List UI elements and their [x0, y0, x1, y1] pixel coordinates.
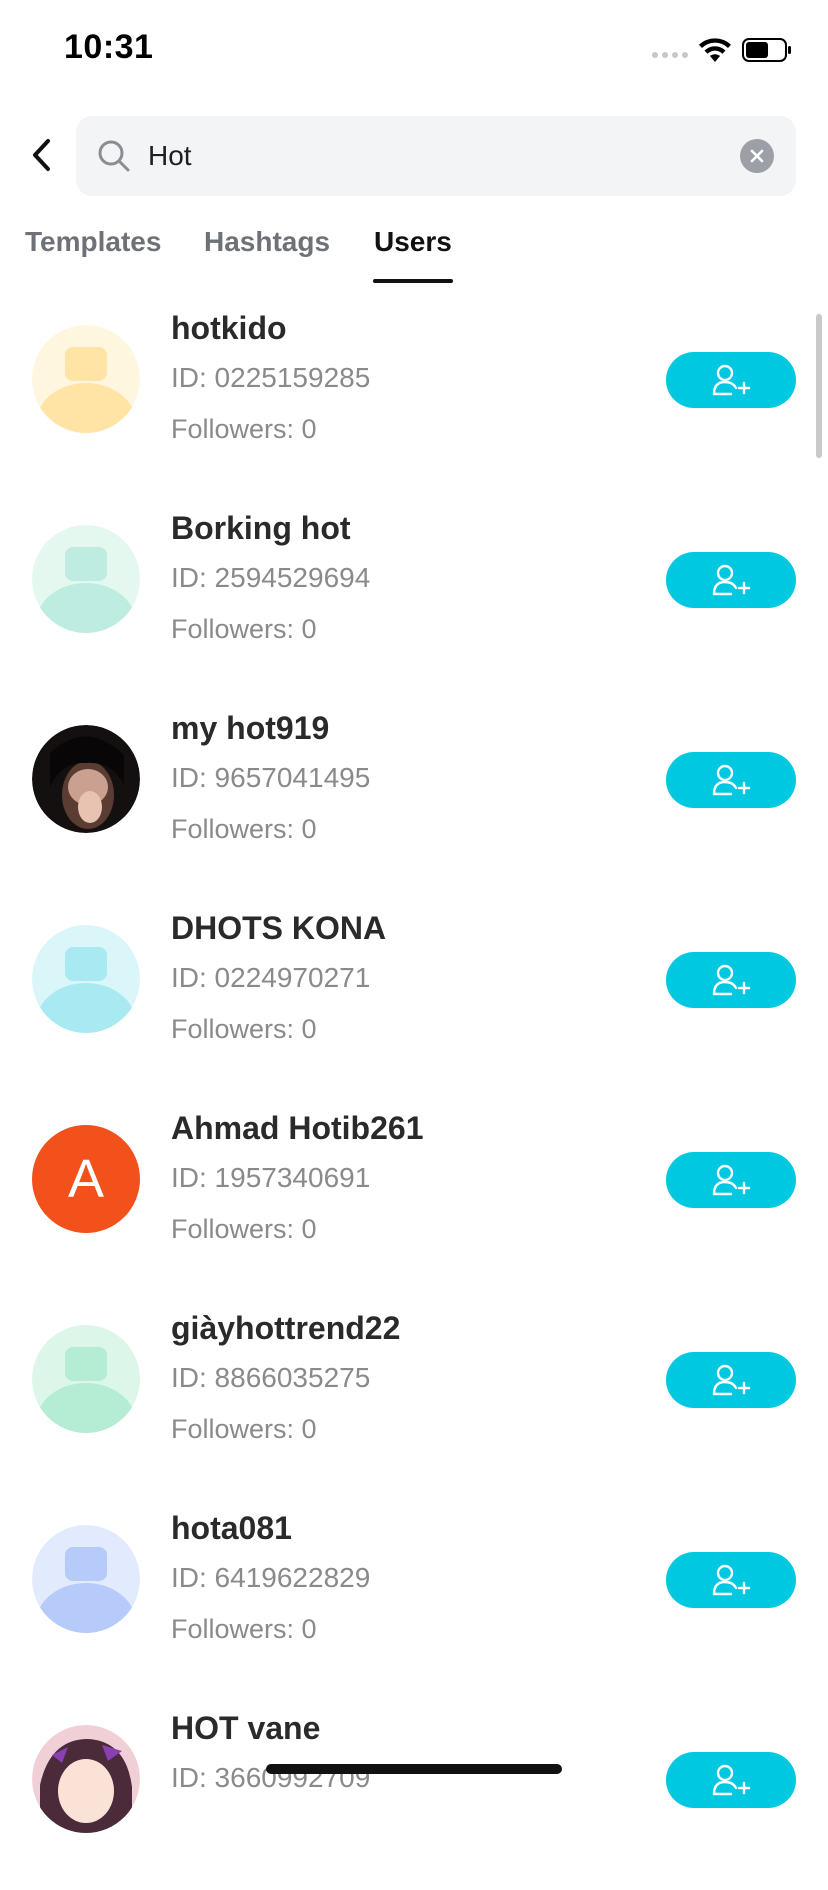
user-followers: Followers: 0 — [171, 614, 317, 644]
user-id: ID: 9657041495 — [171, 762, 371, 793]
add-user-icon — [712, 1764, 751, 1796]
list-item[interactable]: my hot919 ID: 9657041495 Followers: 0 — [0, 690, 828, 890]
user-name: my hot919 — [171, 710, 330, 746]
list-item[interactable]: HOT vane ID: 3660992709 — [0, 1690, 828, 1890]
user-name: Ahmad Hotib261 — [171, 1110, 424, 1146]
user-followers: Followers: 0 — [171, 1414, 317, 1444]
avatar-initial: A — [67, 1149, 105, 1209]
clear-search-button[interactable] — [740, 139, 774, 173]
user-name: Borking hot — [171, 510, 351, 546]
status-time: 10:31 — [64, 28, 154, 66]
default-avatar-icon — [32, 1325, 140, 1433]
user-list: hotkido ID: 0225159285 Followers: 0 Bork… — [0, 290, 828, 1890]
user-name: DHOTS KONA — [171, 910, 387, 946]
add-user-icon — [712, 564, 751, 596]
tab-users[interactable]: Users — [374, 226, 452, 258]
add-user-icon — [712, 364, 751, 396]
battery-icon — [742, 38, 791, 62]
result-tabs: Templates Hashtags Users — [0, 222, 828, 286]
user-id: ID: 0224970271 — [171, 962, 371, 993]
close-icon — [750, 149, 764, 163]
user-name: hotkido — [171, 310, 287, 346]
default-avatar-icon — [32, 925, 140, 1033]
status-bar: 10:31 — [0, 0, 828, 100]
user-followers: Followers: 0 — [171, 1614, 317, 1644]
list-item[interactable]: hotkido ID: 0225159285 Followers: 0 — [0, 290, 828, 490]
list-item[interactable]: Borking hot ID: 2594529694 Followers: 0 — [0, 490, 828, 690]
list-item[interactable]: A Ahmad Hotib261 ID: 1957340691 Follower… — [0, 1090, 828, 1290]
user-followers: Followers: 0 — [171, 814, 317, 844]
follow-button[interactable] — [666, 352, 796, 408]
add-user-icon — [712, 1364, 751, 1396]
add-user-icon — [712, 964, 751, 996]
letter-avatar: A — [32, 1125, 140, 1233]
follow-button[interactable] — [666, 1152, 796, 1208]
add-user-icon — [712, 1164, 751, 1196]
follow-button[interactable] — [666, 1752, 796, 1808]
list-item[interactable]: hota081 ID: 6419622829 Followers: 0 — [0, 1490, 828, 1690]
cellular-signal-icon — [652, 52, 688, 58]
tab-templates[interactable]: Templates — [25, 226, 161, 258]
scrollbar[interactable] — [816, 314, 822, 458]
user-id: ID: 6419622829 — [171, 1562, 371, 1593]
user-followers: Followers: 0 — [171, 1214, 317, 1244]
default-avatar-icon — [32, 325, 140, 433]
add-user-icon — [712, 1564, 751, 1596]
user-id: ID: 8866035275 — [171, 1362, 371, 1393]
user-id: ID: 1957340691 — [171, 1162, 371, 1193]
follow-button[interactable] — [666, 1552, 796, 1608]
follow-button[interactable] — [666, 1352, 796, 1408]
list-item[interactable]: DHOTS KONA ID: 0224970271 Followers: 0 — [0, 890, 828, 1090]
user-followers: Followers: 0 — [171, 1014, 317, 1044]
back-button[interactable] — [22, 130, 62, 180]
wifi-icon — [699, 38, 731, 62]
user-followers: Followers: 0 — [171, 414, 317, 444]
add-user-icon — [712, 764, 751, 796]
active-tab-indicator — [373, 279, 453, 283]
chevron-left-icon — [33, 139, 50, 171]
follow-button[interactable] — [666, 552, 796, 608]
home-indicator[interactable] — [266, 1764, 562, 1774]
search-input[interactable] — [148, 116, 708, 196]
search-icon — [98, 140, 130, 172]
default-avatar-icon — [32, 1525, 140, 1633]
user-name: giàyhottrend22 — [171, 1310, 401, 1346]
tab-hashtags[interactable]: Hashtags — [204, 226, 330, 258]
user-name: hota081 — [171, 1510, 292, 1546]
photo-avatar — [32, 725, 140, 833]
follow-button[interactable] — [666, 752, 796, 808]
default-avatar-icon — [32, 525, 140, 633]
follow-button[interactable] — [666, 952, 796, 1008]
user-id: ID: 2594529694 — [171, 562, 371, 593]
anime-avatar — [32, 1725, 140, 1833]
search-bar — [76, 116, 796, 196]
list-item[interactable]: giàyhottrend22 ID: 8866035275 Followers:… — [0, 1290, 828, 1490]
user-id: ID: 0225159285 — [171, 362, 371, 393]
user-name: HOT vane — [171, 1710, 321, 1746]
